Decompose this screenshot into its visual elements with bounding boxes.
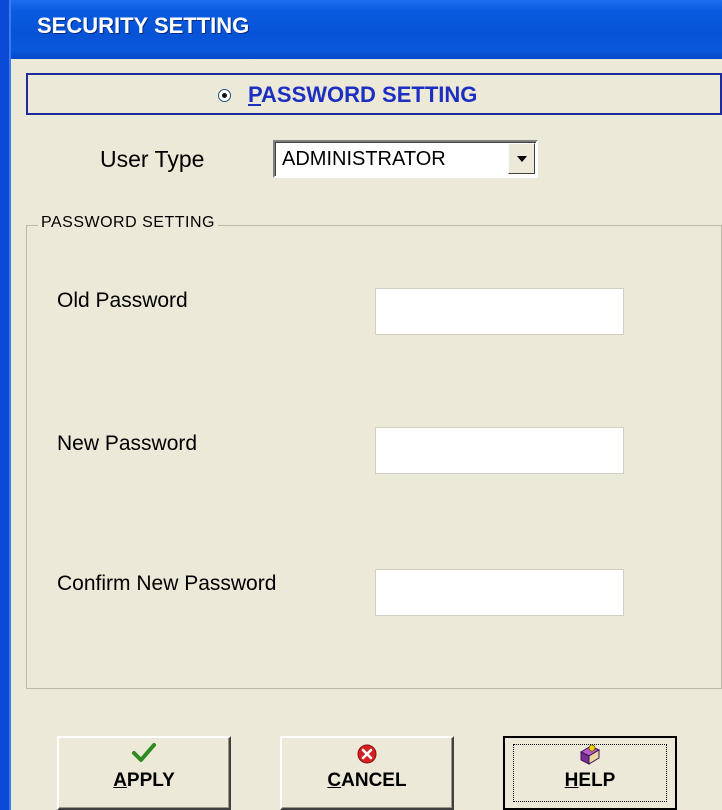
help-accel: H xyxy=(564,770,579,791)
radio-label-accel: P xyxy=(248,82,262,107)
user-type-dropdown[interactable]: ADMINISTRATOR xyxy=(273,140,538,178)
chevron-down-icon xyxy=(517,156,527,162)
new-password-field[interactable] xyxy=(375,427,624,474)
radio-label-rest: ASSWORD SETTING xyxy=(261,82,478,107)
help-button[interactable]: HELP xyxy=(503,736,677,810)
cancel-accel: C xyxy=(327,770,342,791)
check-icon xyxy=(59,742,229,764)
cancel-x-icon xyxy=(282,742,452,766)
apply-button[interactable]: APPLY xyxy=(57,736,231,810)
help-book-icon xyxy=(505,742,675,768)
radio-selected-dot xyxy=(222,92,227,98)
apply-accel: A xyxy=(113,770,127,791)
window-title: SECURITY SETTING xyxy=(37,13,250,38)
old-password-field[interactable] xyxy=(375,288,624,335)
title-bar[interactable]: SECURITY SETTING xyxy=(11,0,722,59)
cancel-rest: ANCEL xyxy=(341,770,407,791)
help-button-label: HELP xyxy=(505,770,675,792)
groupbox-title: PASSWORD SETTING xyxy=(38,214,218,232)
window-left-border xyxy=(0,0,9,810)
password-setting-radio[interactable]: PASSWORD SETTING xyxy=(218,82,477,108)
cancel-button[interactable]: CANCEL xyxy=(280,736,454,810)
dropdown-button[interactable] xyxy=(508,143,535,174)
help-rest: ELP xyxy=(578,770,616,791)
new-password-label: New Password xyxy=(57,432,198,455)
cancel-button-label: CANCEL xyxy=(282,770,452,792)
radio-button-icon[interactable] xyxy=(218,88,231,102)
apply-button-label: APPLY xyxy=(59,770,229,792)
apply-rest: PPLY xyxy=(126,770,175,791)
user-type-value: ADMINISTRATOR xyxy=(282,148,446,170)
old-password-label: Old Password xyxy=(57,289,188,312)
user-type-label: User Type xyxy=(100,146,205,172)
confirm-password-label: Confirm New Password xyxy=(57,572,277,595)
confirm-password-field[interactable] xyxy=(375,569,624,616)
password-setting-radio-label[interactable]: PASSWORD SETTING xyxy=(248,82,477,108)
